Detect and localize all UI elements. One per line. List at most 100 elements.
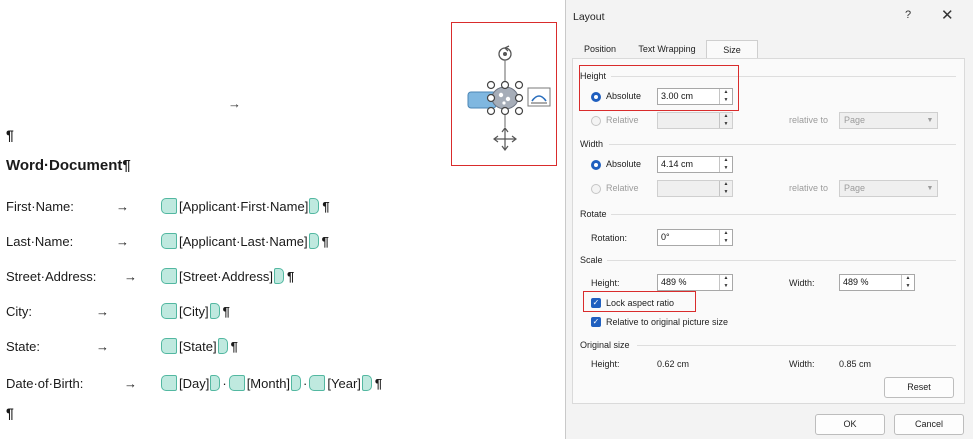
content-control-end-tag[interactable] [291, 375, 302, 391]
selected-picture[interactable] [458, 35, 554, 155]
move-anchor-icon[interactable] [493, 127, 517, 151]
original-height-value: 0.62 cm [657, 359, 690, 369]
content-control-text[interactable]: [Year] [327, 376, 361, 391]
tab-text-wrapping[interactable]: Text Wrapping [628, 40, 706, 59]
spin-up-icon[interactable]: ▲ [720, 230, 732, 238]
original-height-label: Height: [591, 359, 620, 369]
tab-arrow: → [96, 303, 109, 319]
divider [611, 214, 956, 215]
field-row: Date·of·Birth: → [Day] · [Month] · [Year] ¶ [6, 373, 526, 393]
content-control-start-tag[interactable] [309, 375, 326, 391]
content-control[interactable]: [Day] [161, 375, 221, 391]
reset-button[interactable]: Reset [884, 377, 954, 398]
spin-up-icon[interactable]: ▲ [720, 275, 732, 283]
field-label: First·Name: [6, 198, 74, 214]
layout-options-icon[interactable] [527, 87, 551, 107]
content-control-start-tag[interactable] [161, 338, 177, 354]
size-panel: Height Absolute 3.00 cm ▲ ▼ Relative ▲ ▼ r… [572, 58, 965, 404]
content-controls: [City] ¶ [161, 303, 230, 319]
content-control[interactable]: [Applicant·First·Name] [161, 198, 320, 214]
content-control-end-tag[interactable] [273, 268, 284, 284]
help-button[interactable]: ? [905, 9, 911, 21]
spin-down-icon[interactable]: ▼ [720, 238, 732, 246]
content-control-text[interactable]: [Applicant·Last·Name] [179, 234, 308, 249]
spin-up-icon[interactable]: ▲ [720, 157, 732, 165]
scale-height-label: Height: [591, 278, 620, 288]
scale-width-input[interactable]: 489 % ▲ ▼ [839, 274, 915, 291]
content-control-end-tag[interactable] [361, 375, 372, 391]
relative-original-checkbox[interactable]: ✓ [591, 317, 601, 327]
content-control[interactable]: [Street·Address] [161, 268, 284, 284]
content-control-end-tag[interactable] [209, 303, 220, 319]
tab-size[interactable]: Size [706, 40, 758, 59]
content-control-text[interactable]: [Month] [247, 376, 290, 391]
rotate-handle-icon[interactable] [498, 45, 512, 61]
spin-up-icon[interactable]: ▲ [902, 275, 914, 283]
content-control-text[interactable]: [Street·Address] [179, 269, 273, 284]
pilcrow: ¶ [321, 233, 329, 249]
content-control[interactable]: [Applicant·Last·Name] [161, 233, 319, 249]
pilcrow: ¶ [6, 127, 14, 143]
height-highlight-box [579, 65, 739, 111]
width-relative-radio[interactable] [591, 184, 601, 194]
pilcrow-end: ¶ [6, 405, 14, 421]
content-control[interactable]: [Month] [228, 375, 302, 391]
field-label: State: [6, 338, 40, 354]
content-control-start-tag[interactable] [161, 303, 177, 319]
ok-button[interactable]: OK [815, 414, 885, 435]
field-row: City: → [City] ¶ [6, 301, 526, 321]
scale-height-input[interactable]: 489 % ▲ ▼ [657, 274, 733, 291]
content-control-end-tag[interactable] [217, 338, 228, 354]
content-control-text[interactable]: [Day] [179, 376, 209, 391]
content-control-end-tag[interactable] [309, 198, 320, 214]
document-canvas[interactable]: → ¶ Word·Document¶ First·Name: → [Applican… [0, 0, 565, 439]
content-controls: [Applicant·First·Name] ¶ [161, 198, 330, 214]
tab-arrow: → [228, 96, 241, 111]
dialog-title: Layout [573, 11, 605, 23]
rotation-input[interactable]: 0° ▲ ▼ [657, 229, 733, 246]
width-relative-input[interactable]: ▲ ▼ [657, 180, 733, 197]
pilcrow: ¶ [222, 303, 230, 319]
rotation-label: Rotation: [591, 233, 628, 243]
height-relative-radio[interactable] [591, 116, 601, 126]
content-control-start-tag[interactable] [228, 375, 245, 391]
height-relative-input[interactable]: ▲ ▼ [657, 112, 733, 129]
content-control[interactable]: [Year] [309, 375, 372, 391]
picture-graphic [491, 86, 519, 110]
spin-down-icon[interactable]: ▼ [720, 189, 732, 197]
content-control-start-tag[interactable] [161, 198, 177, 214]
field-row: State: → [State] ¶ [6, 336, 526, 356]
pilcrow: ¶ [230, 338, 238, 354]
content-control-end-tag[interactable] [308, 233, 319, 249]
spin-up-icon[interactable]: ▲ [720, 181, 732, 189]
spin-down-icon[interactable]: ▼ [720, 283, 732, 291]
height-relative-to-select[interactable]: Page ▼ [839, 112, 938, 129]
close-button[interactable]: ✕ [941, 6, 954, 24]
spin-down-icon[interactable]: ▼ [720, 121, 732, 129]
original-width-value: 0.85 cm [839, 359, 872, 369]
content-control-start-tag[interactable] [161, 268, 177, 284]
content-control-end-tag[interactable] [210, 375, 221, 391]
content-control-text[interactable]: [City] [179, 304, 209, 319]
width-absolute-radio[interactable] [591, 160, 601, 170]
spin-up-icon[interactable]: ▲ [720, 113, 732, 121]
width-relative-to-select[interactable]: Page ▼ [839, 180, 938, 197]
divider [609, 144, 956, 145]
content-control[interactable]: [City] [161, 303, 220, 319]
spin-down-icon[interactable]: ▼ [902, 283, 914, 291]
cancel-button[interactable]: Cancel [894, 414, 964, 435]
content-control[interactable]: [State] [161, 338, 228, 354]
content-control-text[interactable]: [Applicant·First·Name] [179, 199, 308, 214]
width-absolute-input[interactable]: 4.14 cm ▲ ▼ [657, 156, 733, 173]
tab-position[interactable]: Position [572, 40, 628, 59]
content-control-start-tag[interactable] [161, 375, 177, 391]
spin-down-icon[interactable]: ▼ [720, 165, 732, 173]
scale-width-label: Width: [789, 278, 815, 288]
chevron-down-icon: ▼ [926, 117, 934, 124]
width-relative-label: Relative [606, 183, 639, 193]
content-control-start-tag[interactable] [161, 233, 177, 249]
chevron-down-icon: ▼ [926, 185, 934, 192]
content-controls: [State] ¶ [161, 338, 238, 354]
content-control-text[interactable]: [State] [179, 339, 217, 354]
tab-arrow: → [116, 233, 129, 249]
